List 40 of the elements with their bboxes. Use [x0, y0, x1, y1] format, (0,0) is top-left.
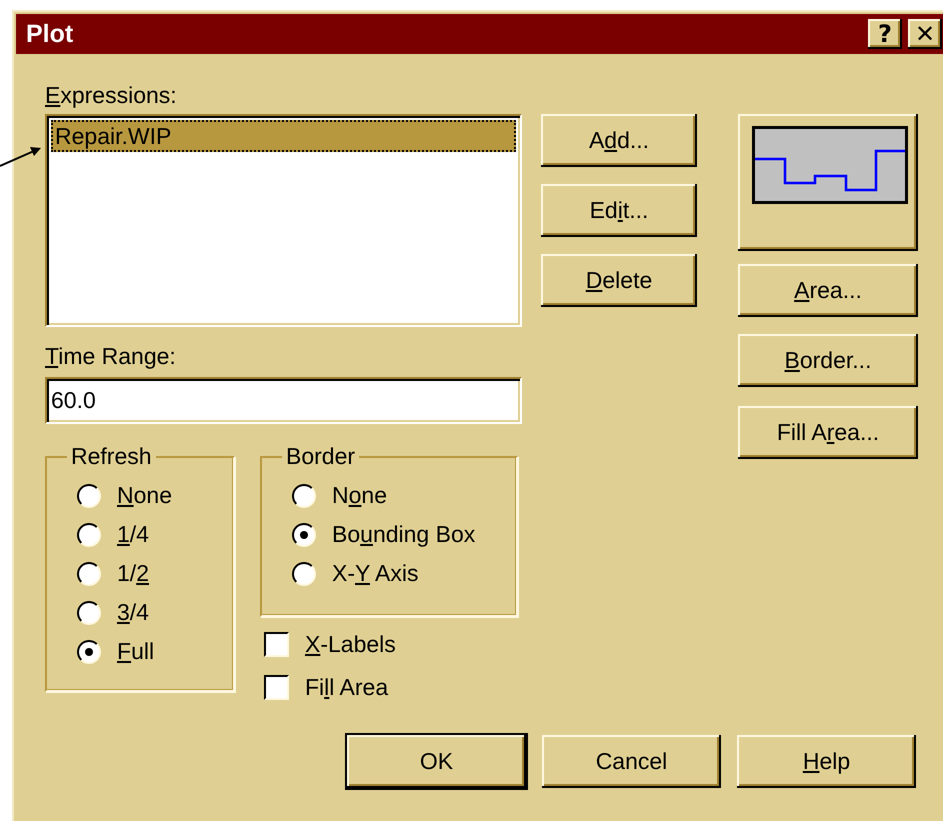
- radio-label: 1/4: [117, 521, 149, 548]
- expressions-label: Expressions:: [45, 81, 178, 109]
- style-button[interactable]: Area...: [738, 264, 918, 317]
- expression-button[interactable]: Add...: [541, 114, 697, 167]
- radio-button[interactable]: [77, 562, 101, 586]
- radio-button[interactable]: [77, 522, 101, 546]
- radio-label: Bounding Box: [332, 521, 476, 548]
- window-title: Plot: [26, 20, 74, 48]
- dialog-button[interactable]: Cancel: [542, 735, 721, 788]
- radio-label: None: [332, 482, 388, 509]
- group-label: Border: [285, 443, 356, 470]
- radio-label: Full: [117, 638, 154, 665]
- title-bar-button[interactable]: ?: [868, 19, 902, 49]
- expression-button[interactable]: Delete: [541, 254, 697, 307]
- list-item[interactable]: Repair.WIP: [51, 120, 516, 152]
- radio-label: 1/2: [117, 560, 149, 587]
- radio-label: None: [117, 482, 172, 509]
- checkbox[interactable]: [264, 632, 289, 657]
- radio-button[interactable]: [77, 640, 101, 664]
- radio-button[interactable]: [292, 484, 316, 508]
- radio-label: X-Y Axis: [332, 560, 419, 587]
- radio-button[interactable]: [77, 484, 101, 508]
- checkbox-label: X-Labels: [305, 631, 396, 658]
- expressions-list[interactable]: Repair.WIP: [45, 114, 522, 327]
- time-range-label: Time Range:: [45, 342, 177, 370]
- style-button[interactable]: Fill Area...: [738, 406, 918, 459]
- checkbox[interactable]: [264, 675, 289, 700]
- radio-button[interactable]: [292, 522, 316, 546]
- radio-button[interactable]: [292, 562, 316, 586]
- checkbox-label: Fill Area: [305, 674, 388, 701]
- radio-label: 3/4: [117, 599, 149, 626]
- group-label: Refresh: [70, 443, 153, 470]
- style-button[interactable]: Border...: [738, 334, 918, 387]
- title-bar-button[interactable]: ✕: [908, 19, 942, 49]
- dialog-button[interactable]: OK: [347, 735, 526, 788]
- time-range-field[interactable]: 60.0: [45, 377, 522, 424]
- arrow-icon: [0, 146, 42, 168]
- dialog-button[interactable]: Help: [737, 735, 916, 788]
- expression-button[interactable]: Edit...: [541, 184, 697, 237]
- radio-button[interactable]: [77, 600, 101, 624]
